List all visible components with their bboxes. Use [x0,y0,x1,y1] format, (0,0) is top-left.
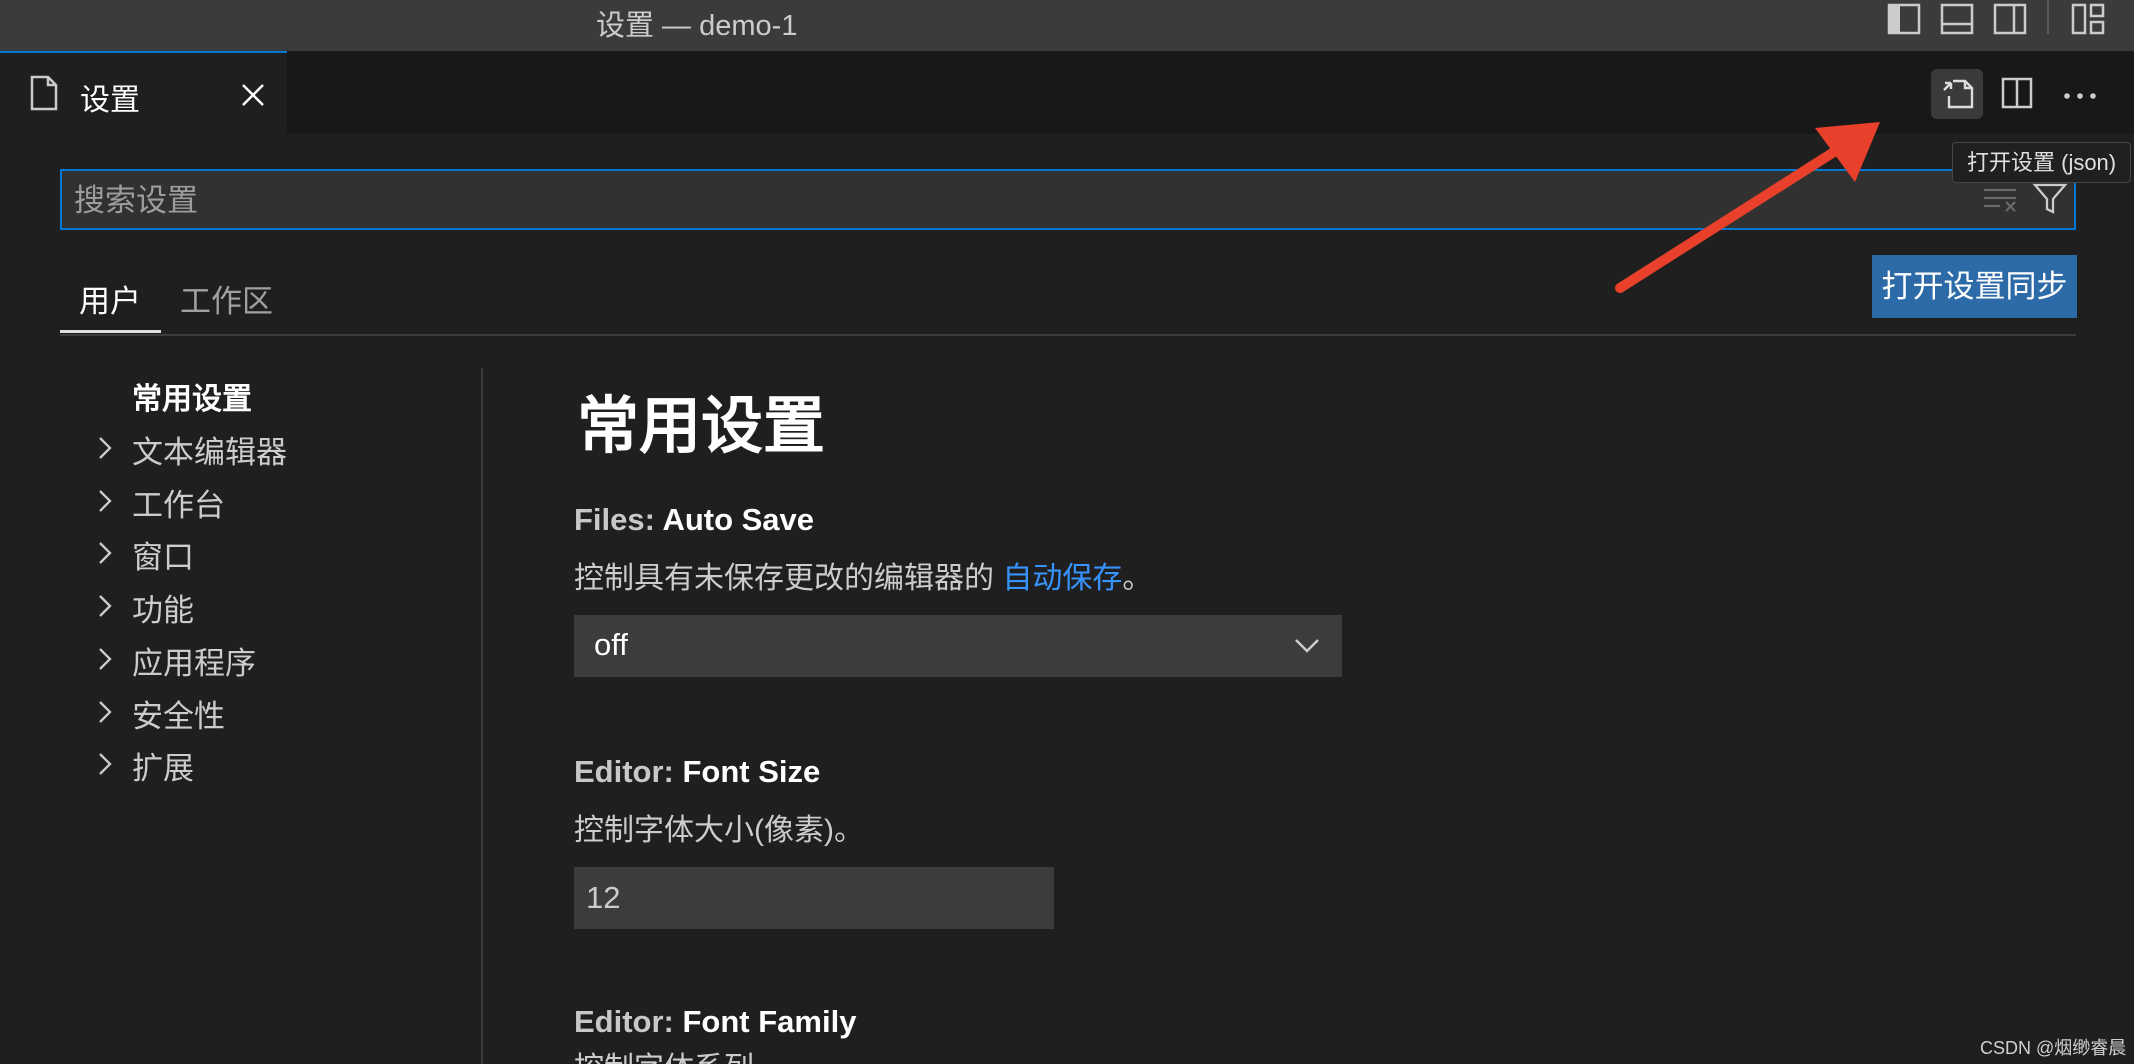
toc-item-workbench[interactable]: 工作台 [0,476,470,524]
toc-item-text-editor[interactable]: 文本编辑器 [0,423,470,471]
setting-name: Auto Save [662,502,815,537]
chevron-right-icon [99,595,112,617]
setting-category: Editor: [574,754,683,789]
watermark: CSDN @烟缈睿晨 [1980,1038,2127,1058]
turn-on-settings-sync-button[interactable]: 打开设置同步 [1872,255,2077,318]
tab-settings[interactable]: 设置 [0,51,287,134]
toc-item-commonly-used[interactable]: 常用设置 [0,370,470,418]
setting-description-auto-save: 控制具有未保存更改的编辑器的 自动保存。 [574,553,1152,597]
clear-filter-icon[interactable] [1982,184,2018,214]
toggle-secondary-sidebar-icon[interactable] [1992,2,2028,36]
open-settings-json-button[interactable] [1931,69,1983,119]
description-suffix: 。 [1122,562,1153,595]
file-icon [30,75,58,111]
toc-item-label: 应用程序 [132,646,256,681]
chevron-right-icon [99,437,112,459]
split-editor-icon[interactable] [2000,76,2034,110]
title-bar-separator [2047,0,2049,34]
tab-user[interactable]: 用户 [79,276,141,321]
section-title: 常用设置 [577,392,826,461]
toc-item-label: 常用设置 [132,383,252,416]
toc-item-features[interactable]: 功能 [0,581,470,629]
chevron-right-icon [99,490,112,512]
toc-item-label: 工作台 [132,488,225,523]
toggle-panel-icon[interactable] [1939,2,1975,36]
tooltip-open-settings-json: 打开设置 (json) [1952,142,2132,183]
description-text: 控制具有未保存更改的编辑器的 [574,562,1003,595]
more-actions-icon[interactable] [2062,89,2098,103]
setting-name: Font Family [682,1004,857,1039]
window-title: 设置 — demo-1 [596,10,798,42]
chevron-down-icon [1295,639,1319,653]
toggle-primary-sidebar-icon[interactable] [1886,2,1922,36]
setting-title-auto-save: Files: Auto Save [574,502,814,538]
auto-save-link[interactable]: 自动保存 [1002,562,1122,595]
tab-label: 设置 [80,84,140,117]
toc-item-application[interactable]: 应用程序 [0,634,470,682]
toc-item-label: 文本编辑器 [132,435,287,470]
customize-layout-icon[interactable] [2070,2,2106,36]
tab-workspace[interactable]: 工作区 [180,276,273,321]
setting-title-font-size: Editor: Font Size [574,754,820,790]
toc-item-security[interactable]: 安全性 [0,687,470,735]
setting-description-font-size: 控制字体大小(像素)。 [574,814,864,847]
toc-item-label: 窗口 [132,540,194,575]
description-text: 控制字体系列。 [574,1052,784,1064]
setting-category: Files: [574,502,663,537]
active-tab-underline [60,330,161,333]
chevron-right-icon [99,648,112,670]
toc-divider [481,368,483,1064]
toc-item-extensions[interactable]: 扩展 [0,739,470,787]
setting-category: Editor: [574,1004,683,1039]
title-bar: 设置 — demo-1 [0,0,2134,51]
filter-icon[interactable] [2032,182,2068,216]
open-settings-json-icon [1943,79,1974,109]
chevron-right-icon [99,701,112,723]
select-value: off [594,627,628,662]
chevron-right-icon [99,542,112,564]
auto-save-select[interactable]: off [574,615,1342,677]
annotation-arrow-icon [1615,122,1880,293]
close-icon[interactable] [238,80,268,110]
toc-item-window[interactable]: 窗口 [0,528,470,576]
toc-item-label: 功能 [132,593,194,628]
toc-item-label: 扩展 [132,751,194,786]
setting-name: Font Size [682,754,821,789]
setting-description-font-family: 控制字体系列。 [574,1052,784,1064]
toc-item-label: 安全性 [132,699,225,734]
setting-title-font-family: Editor: Font Family [574,1004,856,1040]
chevron-right-icon [99,753,112,775]
font-size-input[interactable] [574,867,1054,929]
